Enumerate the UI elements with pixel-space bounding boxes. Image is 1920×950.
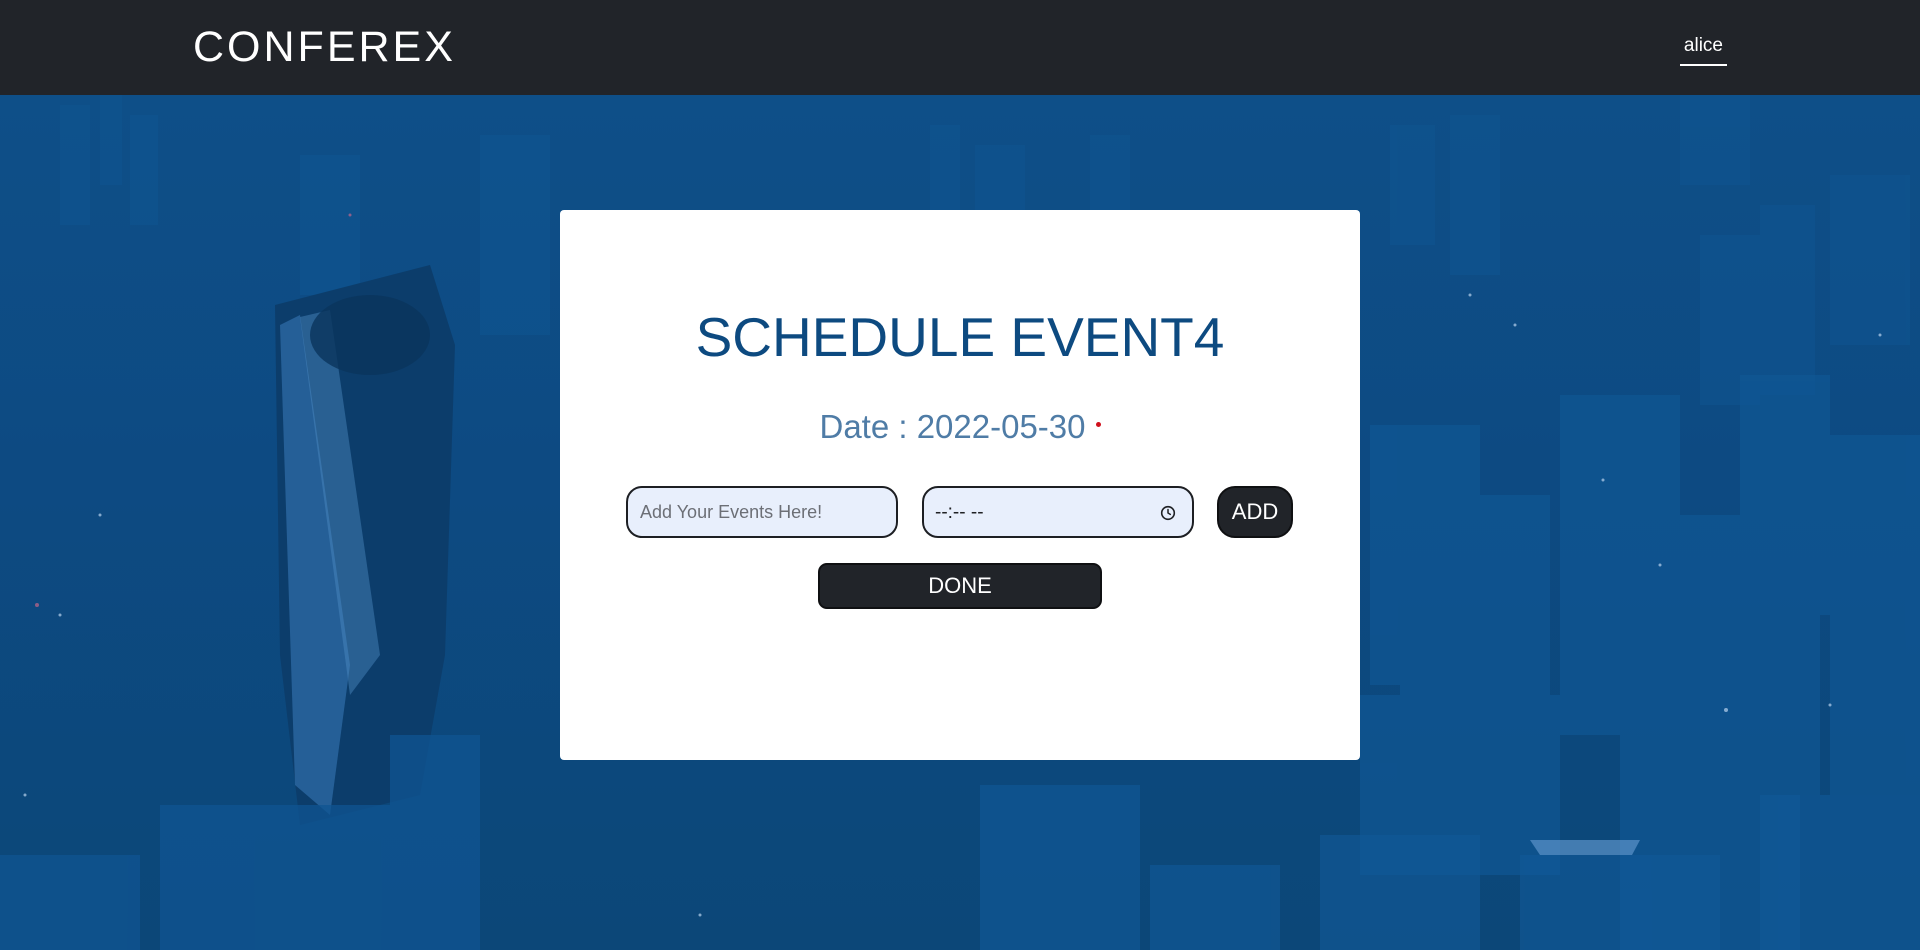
schedule-event-card (560, 210, 1360, 760)
user-menu-link[interactable]: alice (1679, 34, 1727, 66)
top-navbar: CONFEREX alice (0, 0, 1920, 95)
brand-logo[interactable]: CONFEREX (193, 22, 456, 72)
time-value: --:-- -- (935, 502, 984, 523)
event-name-input[interactable] (626, 486, 898, 538)
date-label: Date : 2022-05-30 (0, 407, 1920, 447)
date-text: Date : 2022-05-30 (819, 408, 1086, 445)
required-dot-icon (1095, 422, 1101, 427)
done-button[interactable]: DONE (818, 563, 1102, 609)
clock-icon[interactable] (1160, 505, 1176, 521)
page-title: SCHEDULE EVENT4 (695, 306, 1225, 368)
event-time-input[interactable]: --:-- -- (922, 486, 1194, 538)
add-event-button[interactable]: ADD (1217, 486, 1293, 538)
